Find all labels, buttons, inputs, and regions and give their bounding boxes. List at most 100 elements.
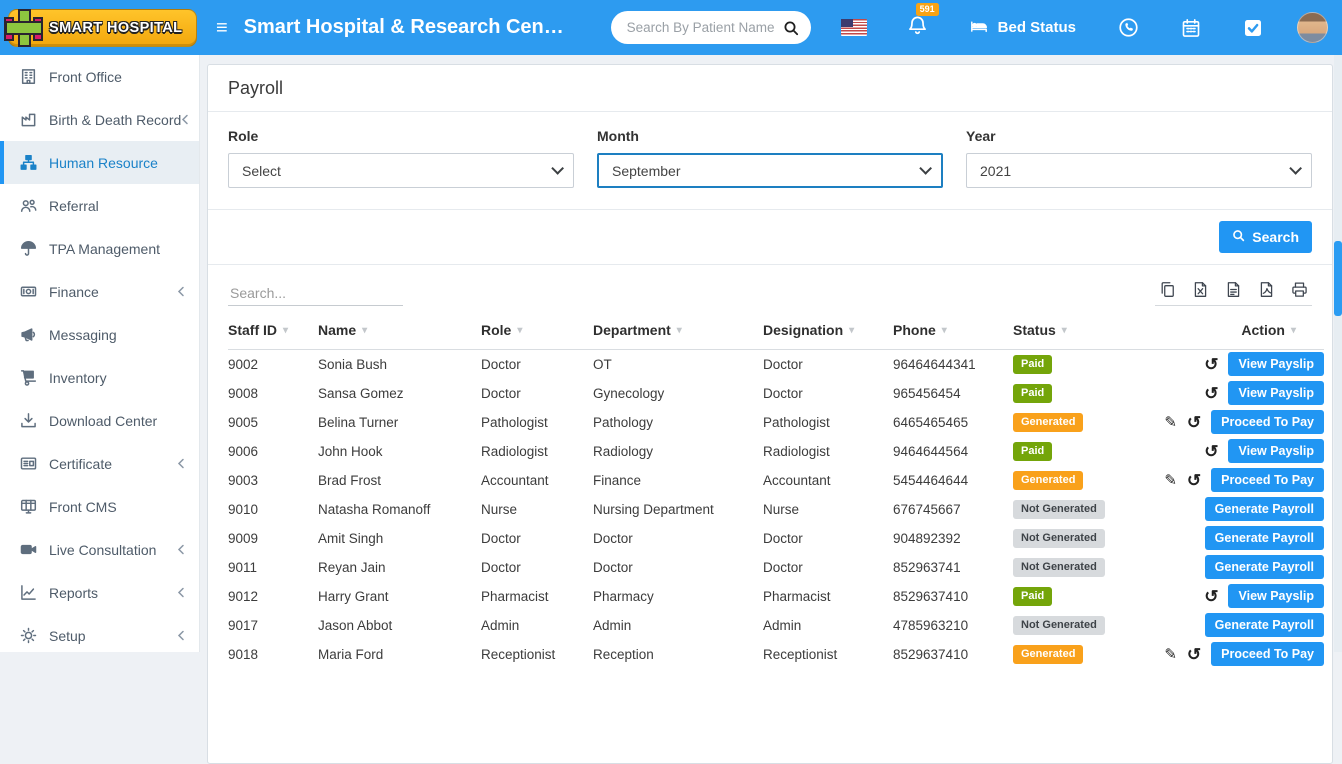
hamburger-menu-icon[interactable]: ≡ [216, 18, 228, 38]
copy-icon[interactable] [1159, 281, 1176, 298]
column-header-designation[interactable]: Designation▾ [763, 312, 893, 350]
cell-department: OT [593, 350, 763, 379]
whatsapp-icon[interactable] [1118, 17, 1139, 38]
proceed-to-pay-button[interactable]: Proceed To Pay [1211, 642, 1324, 666]
column-header-name[interactable]: Name▾ [318, 312, 481, 350]
cell-designation: Doctor [763, 524, 893, 553]
month-select[interactable]: September [597, 153, 943, 188]
chevron-down-icon [1289, 162, 1302, 175]
year-select[interactable]: 2021 [966, 153, 1312, 188]
table-search-input[interactable] [228, 281, 403, 306]
tpa-management-icon [18, 240, 38, 257]
sort-icon: ▾ [1291, 325, 1296, 336]
sort-icon: ▾ [517, 325, 522, 336]
sidebar-item-finance[interactable]: Finance [0, 270, 199, 313]
vertical-scrollbar[interactable] [1334, 55, 1342, 652]
scrollbar-thumb[interactable] [1334, 241, 1342, 316]
generate-payroll-button[interactable]: Generate Payroll [1205, 613, 1324, 637]
column-header-status[interactable]: Status▾ [1013, 312, 1161, 350]
view-payslip-button[interactable]: View Payslip [1228, 439, 1324, 463]
sidebar-item-tpa-management[interactable]: TPA Management [0, 227, 199, 270]
language-flag-icon[interactable] [841, 19, 867, 36]
revert-icon[interactable]: ↺ [1204, 588, 1218, 605]
referral-icon [18, 197, 38, 214]
sidebar-item-live-consultation[interactable]: Live Consultation [0, 528, 199, 571]
cell-status: Not Generated [1013, 553, 1161, 582]
cell-designation: Pathologist [763, 408, 893, 437]
cell-role: Accountant [481, 466, 593, 495]
generate-payroll-button[interactable]: Generate Payroll [1205, 526, 1324, 550]
print-icon[interactable] [1291, 281, 1308, 298]
main-content: Payroll RoleSelectMonthSeptemberYear2021… [200, 55, 1342, 652]
cell-action: ✎ ↺ Proceed To Pay [1161, 408, 1324, 437]
logo-zone[interactable]: SMART HOSPITAL [0, 0, 200, 55]
revert-icon[interactable]: ↺ [1187, 472, 1201, 489]
view-payslip-button[interactable]: View Payslip [1228, 584, 1324, 608]
generate-payroll-button[interactable]: Generate Payroll [1205, 555, 1324, 579]
sort-icon: ▾ [942, 325, 947, 336]
role-select[interactable]: Select [228, 153, 574, 188]
sidebar-item-human-resource[interactable]: Human Resource [0, 141, 199, 184]
sidebar-item-certificate[interactable]: Certificate [0, 442, 199, 485]
revert-icon[interactable]: ↺ [1187, 414, 1201, 431]
search-icon[interactable] [783, 20, 799, 36]
sidebar-item-referral[interactable]: Referral [0, 184, 199, 227]
sidebar-item-messaging[interactable]: Messaging [0, 313, 199, 356]
filter-footer: Search [208, 209, 1332, 265]
column-header-action[interactable]: Action▾ [1161, 312, 1324, 350]
cell-role: Pharmacist [481, 582, 593, 611]
pdf-export-icon[interactable] [1258, 281, 1275, 298]
table-row: 9009Amit SinghDoctorDoctorDoctor90489239… [228, 524, 1324, 553]
sidebar-item-label: Certificate [49, 456, 177, 472]
cell-department: Radiology [593, 437, 763, 466]
revert-icon[interactable]: ↺ [1204, 443, 1218, 460]
column-header-staff-id[interactable]: Staff ID▾ [228, 312, 318, 350]
revert-icon[interactable]: ↺ [1204, 385, 1218, 402]
sidebar-item-download-center[interactable]: Download Center [0, 399, 199, 442]
sidebar-item-reports[interactable]: Reports [0, 571, 199, 614]
search-button[interactable]: Search [1219, 221, 1312, 253]
status-badge: Paid [1013, 587, 1052, 606]
excel-export-icon[interactable] [1192, 281, 1209, 298]
view-payslip-button[interactable]: View Payslip [1228, 381, 1324, 405]
table-row: 9017Jason AbbotAdminAdminAdmin4785963210… [228, 611, 1324, 640]
sidebar-item-setup[interactable]: Setup [0, 614, 199, 657]
sidebar-item-front-cms[interactable]: Front CMS [0, 485, 199, 528]
notifications-bell[interactable]: 591 [907, 15, 928, 41]
cell-name: Brad Frost [318, 466, 481, 495]
notification-count-badge: 591 [916, 3, 939, 16]
revert-icon[interactable]: ↺ [1187, 646, 1201, 663]
cell-designation: Pharmacist [763, 582, 893, 611]
revert-icon[interactable]: ↺ [1204, 356, 1218, 373]
column-header-department[interactable]: Department▾ [593, 312, 763, 350]
column-header-phone[interactable]: Phone▾ [893, 312, 1013, 350]
task-check-icon[interactable] [1243, 18, 1263, 38]
cell-designation: Admin [763, 611, 893, 640]
cell-name: Natasha Romanoff [318, 495, 481, 524]
sidebar-item-birth-death-record[interactable]: Birth & Death Record [0, 98, 199, 141]
sidebar-item-inventory[interactable]: Inventory [0, 356, 199, 399]
cell-department: Admin [593, 611, 763, 640]
cell-designation: Doctor [763, 350, 893, 379]
bed-status-button[interactable]: Bed Status [968, 17, 1076, 39]
user-avatar[interactable] [1297, 12, 1328, 43]
patient-search-input[interactable] [627, 20, 783, 35]
cell-staff-id: 9003 [228, 466, 318, 495]
edit-pencil-icon[interactable]: ✎ [1164, 473, 1177, 488]
sidebar-item-front-office[interactable]: Front Office [0, 55, 199, 98]
csv-export-icon[interactable] [1225, 281, 1242, 298]
proceed-to-pay-button[interactable]: Proceed To Pay [1211, 410, 1324, 434]
edit-pencil-icon[interactable]: ✎ [1164, 415, 1177, 430]
bell-icon [907, 15, 928, 41]
filter-role: RoleSelect [228, 128, 574, 188]
edit-pencil-icon[interactable]: ✎ [1164, 647, 1177, 662]
cell-status: Generated [1013, 640, 1161, 669]
column-header-role[interactable]: Role▾ [481, 312, 593, 350]
page-title: Smart Hospital & Research Cen… [244, 16, 564, 39]
proceed-to-pay-button[interactable]: Proceed To Pay [1211, 468, 1324, 492]
view-payslip-button[interactable]: View Payslip [1228, 352, 1324, 376]
cell-role: Doctor [481, 553, 593, 582]
generate-payroll-button[interactable]: Generate Payroll [1205, 497, 1324, 521]
cell-action: Generate Payroll [1161, 524, 1324, 553]
calendar-icon[interactable] [1181, 18, 1201, 38]
